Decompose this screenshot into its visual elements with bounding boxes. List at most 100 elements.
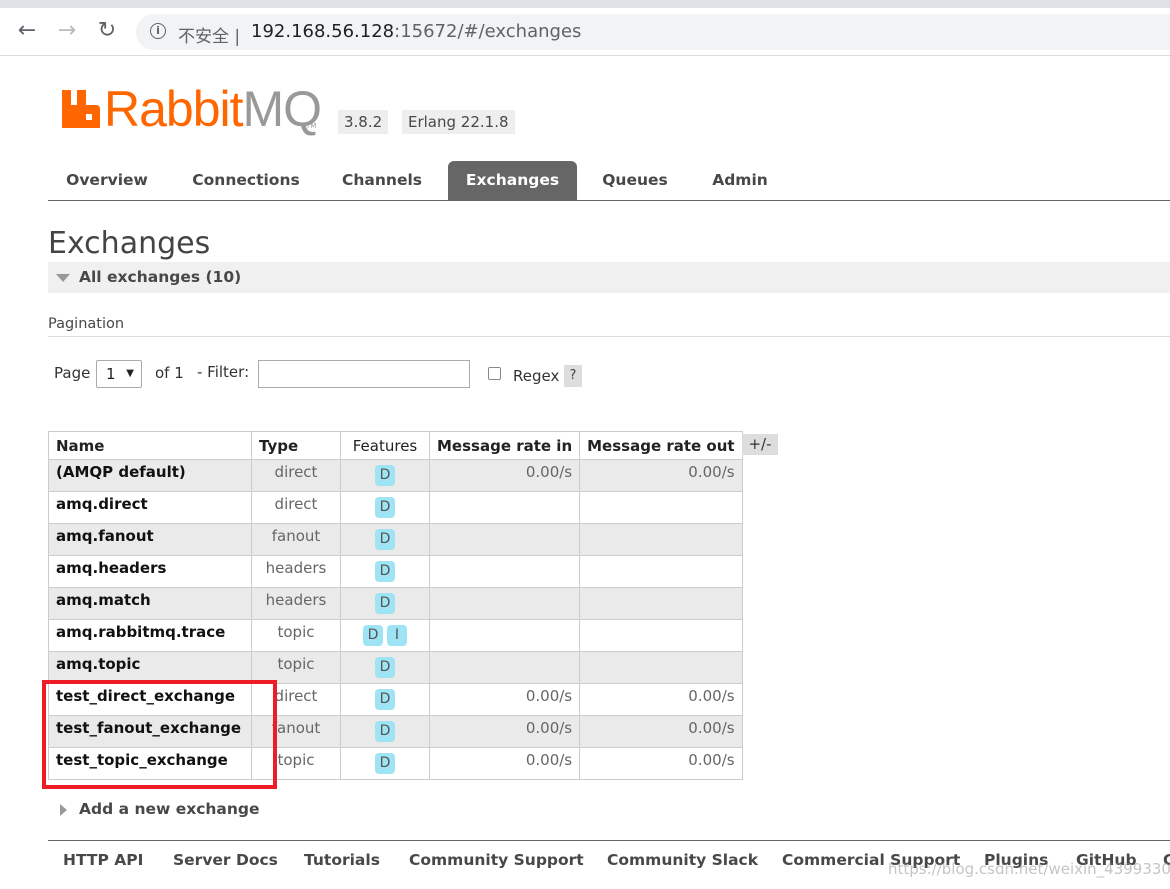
exchange-type: headers	[251, 587, 341, 620]
footer-link[interactable]: Server Docs	[173, 851, 278, 869]
rabbitmq-logo-icon	[62, 90, 100, 128]
tab-queues[interactable]: Queues	[587, 161, 683, 200]
collapse-triangle-icon	[56, 274, 70, 282]
column-header-type[interactable]: Type	[251, 431, 341, 460]
feature-badge: D	[375, 497, 395, 518]
column-header-rate-out[interactable]: Message rate out	[579, 431, 743, 460]
exchange-features: D	[340, 747, 430, 780]
exchange-type: direct	[251, 459, 341, 492]
exchange-name-link[interactable]: amq.topic	[48, 651, 252, 684]
forward-icon[interactable]: →	[54, 18, 80, 44]
add-exchange-label: Add a new exchange	[79, 800, 260, 818]
message-rate-in: 0.00/s	[428, 715, 581, 748]
message-rate-out	[579, 651, 743, 684]
message-rate-in	[428, 523, 581, 556]
main-nav-tabs: Overview Connections Channels Exchanges …	[48, 161, 1170, 201]
exchange-type: topic	[251, 619, 341, 652]
feature-badge: I	[387, 625, 407, 646]
message-rate-out	[579, 523, 743, 556]
tab-strip	[0, 0, 1170, 8]
logo-trademark: TM	[306, 122, 317, 130]
exchange-features: D	[340, 587, 430, 620]
column-header-name[interactable]: Name	[48, 431, 252, 460]
logo-rabbit: Rabbit	[104, 81, 244, 137]
url-path: :15672/#/exchanges	[394, 21, 582, 42]
column-header-rate-in[interactable]: Message rate in	[428, 431, 581, 460]
exchange-name-link[interactable]: amq.fanout	[48, 523, 252, 556]
all-exchanges-toggle[interactable]: All exchanges (10)	[48, 262, 1170, 293]
feature-badge: D	[375, 657, 395, 678]
message-rate-in	[428, 619, 581, 652]
footer-link[interactable]: Tutorials	[304, 851, 380, 869]
page-select[interactable]: 1 ▼	[96, 360, 142, 388]
feature-badge: D	[375, 689, 395, 710]
exchange-features: D	[340, 555, 430, 588]
filter-input[interactable]	[258, 360, 470, 388]
page-select-value: 1	[106, 365, 116, 383]
regex-checkbox[interactable]	[488, 367, 501, 380]
feature-badge: D	[375, 721, 395, 742]
exchange-name-link[interactable]: test_fanout_exchange	[48, 715, 252, 748]
erlang-version-badge: Erlang 22.1.8	[402, 110, 515, 134]
feature-badge: D	[375, 529, 395, 550]
tab-admin[interactable]: Admin	[693, 161, 787, 200]
exchange-name-link[interactable]: test_topic_exchange	[48, 747, 252, 780]
exchange-type: fanout	[251, 715, 341, 748]
tab-connections[interactable]: Connections	[176, 161, 316, 200]
exchange-type: direct	[251, 683, 341, 716]
tab-channels[interactable]: Channels	[326, 161, 438, 200]
message-rate-out: 0.00/s	[579, 715, 743, 748]
feature-badge: D	[363, 625, 383, 646]
exchange-features: DI	[340, 619, 430, 652]
info-icon[interactable]: i	[150, 23, 166, 39]
exchange-features: D	[340, 651, 430, 684]
address-bar[interactable]: i 不安全 | 192.168.56.128:15672/#/exchanges	[136, 14, 1170, 50]
exchange-name-link[interactable]: test_direct_exchange	[48, 683, 252, 716]
expand-triangle-icon	[60, 804, 67, 816]
exchange-type: fanout	[251, 523, 341, 556]
exchange-name-link[interactable]: (AMQP default)	[48, 459, 252, 492]
table-row: test_direct_exchange direct D 0.00/s 0.00/s	[48, 683, 743, 716]
message-rate-in: 0.00/s	[428, 459, 581, 492]
feature-badge: D	[375, 593, 395, 614]
regex-help-button[interactable]: ?	[564, 365, 582, 387]
pagination-heading: Pagination	[48, 316, 125, 332]
footer-link[interactable]: Community Slack	[607, 851, 758, 869]
footer-link[interactable]: HTTP API	[63, 851, 143, 869]
chevron-down-icon: ▼	[126, 368, 134, 379]
reload-icon[interactable]: ↻	[94, 18, 120, 44]
back-icon[interactable]: ←	[14, 18, 40, 44]
message-rate-out	[579, 491, 743, 524]
exchange-name-link[interactable]: amq.direct	[48, 491, 252, 524]
exchanges-table: Name Type Features Message rate in Messa…	[48, 431, 743, 780]
regex-label: Regex	[513, 367, 560, 385]
exchange-name-link[interactable]: amq.rabbitmq.trace	[48, 619, 252, 652]
column-header-features: Features	[340, 431, 430, 460]
feature-badge: D	[375, 561, 395, 582]
column-toggle-button[interactable]: +/-	[742, 434, 778, 455]
page-title: Exchanges	[48, 226, 211, 261]
table-row: test_fanout_exchange fanout D 0.00/s 0.00/s	[48, 715, 743, 748]
tab-exchanges[interactable]: Exchanges	[448, 161, 577, 200]
message-rate-out	[579, 587, 743, 620]
url-host: 192.168.56.128	[251, 21, 395, 42]
message-rate-in: 0.00/s	[428, 683, 581, 716]
tab-overview[interactable]: Overview	[48, 161, 166, 200]
table-row: amq.headers headers D	[48, 555, 743, 588]
exchange-name-link[interactable]: amq.headers	[48, 555, 252, 588]
message-rate-in	[428, 491, 581, 524]
table-row: amq.topic topic D	[48, 651, 743, 684]
footer-link[interactable]: Community Support	[409, 851, 584, 869]
exchange-features: D	[340, 491, 430, 524]
url-text[interactable]: 192.168.56.128:15672/#/exchanges	[251, 21, 581, 42]
insecure-label: 不安全 |	[178, 27, 241, 47]
logo-wordmark: RabbitMQ	[104, 80, 322, 138]
message-rate-in	[428, 587, 581, 620]
table-row: amq.match headers D	[48, 587, 743, 620]
exchange-name-link[interactable]: amq.match	[48, 587, 252, 620]
table-row: test_topic_exchange topic D 0.00/s 0.00/s	[48, 747, 743, 780]
table-row: amq.direct direct D	[48, 491, 743, 524]
watermark: https://blog.csdn.net/weixin_43993301	[888, 860, 1170, 878]
filter-label: - Filter:	[197, 363, 250, 381]
exchange-type: topic	[251, 747, 341, 780]
